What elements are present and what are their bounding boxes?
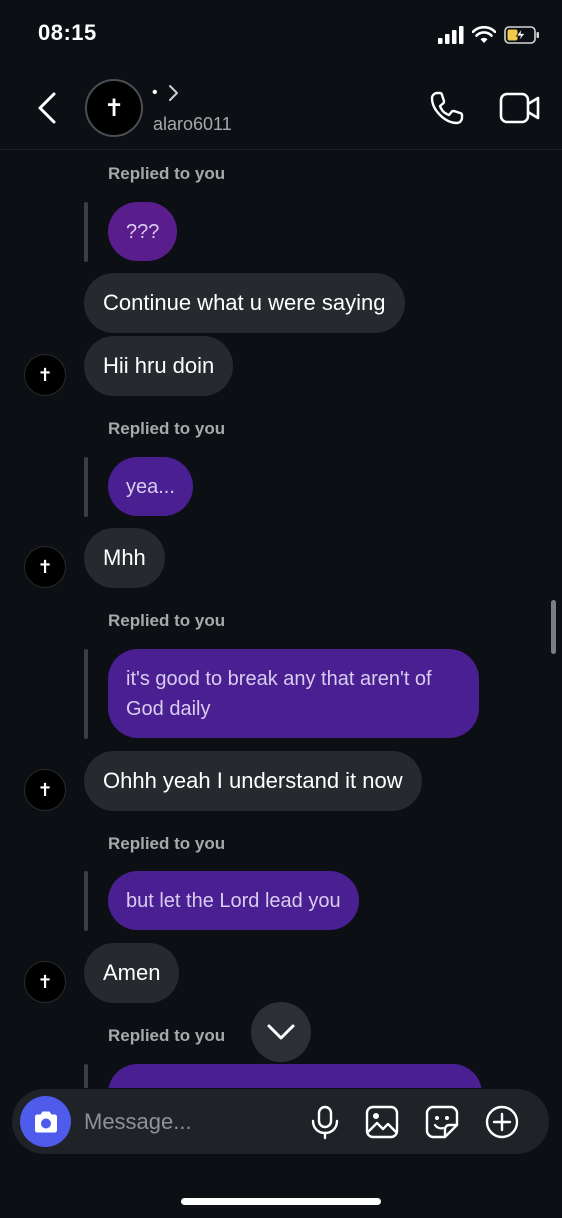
sender-avatar[interactable]: ✝ [24, 961, 66, 1003]
battery-charging-icon [504, 26, 539, 44]
add-icon[interactable] [484, 1104, 520, 1140]
chevron-right-icon [168, 85, 178, 101]
header-avatar[interactable]: ✝ [85, 79, 143, 137]
quoted-message[interactable]: ??? [108, 202, 178, 261]
cross-avatar-glyph: ✝ [91, 85, 137, 131]
received-message[interactable]: Hii hru doin [84, 336, 234, 396]
replied-to-you-label: Replied to you [108, 611, 226, 630]
received-message[interactable]: Continue what u were saying [84, 273, 405, 333]
reply-quote-bar [84, 1064, 88, 1088]
replied-to-you-label: Replied to you [108, 419, 226, 438]
sender-avatar[interactable]: ✝ [24, 354, 66, 396]
status-bar: 08:15 [0, 0, 562, 68]
wifi-icon [472, 26, 496, 43]
replied-to-you-label: Replied to you [108, 834, 226, 853]
camera-icon [34, 1111, 57, 1132]
quoted-message-partial[interactable] [108, 1064, 482, 1088]
message-composer [12, 1089, 549, 1154]
chat-header: ✝ • alaro6011 [0, 68, 562, 150]
signal-icon [438, 26, 464, 44]
chevron-down-icon [267, 1024, 295, 1040]
phone-call-icon[interactable] [428, 89, 466, 127]
contact-name-row[interactable]: • [152, 84, 180, 102]
status-icons [438, 24, 540, 46]
contact-name-dot: • [152, 84, 158, 101]
replied-to-you-label: Replied to you [108, 164, 226, 183]
scroll-to-bottom-button[interactable] [251, 1002, 311, 1062]
received-message[interactable]: Mhh [84, 528, 165, 588]
received-message[interactable]: Ohhh yeah I understand it now [84, 751, 422, 811]
reply-quote-bar [84, 202, 88, 262]
message-input[interactable] [84, 1103, 294, 1141]
status-time: 08:15 [38, 20, 97, 45]
microphone-icon[interactable] [307, 1104, 343, 1140]
message-thread[interactable]: Replied to you ??? Continue what u were … [0, 150, 562, 1088]
quoted-message[interactable]: but let the Lord lead you [108, 871, 359, 930]
reply-quote-bar [84, 649, 88, 739]
sender-avatar[interactable]: ✝ [24, 769, 66, 811]
video-call-icon[interactable] [498, 90, 542, 126]
camera-button[interactable] [20, 1096, 71, 1147]
sender-avatar[interactable]: ✝ [24, 546, 66, 588]
received-message[interactable]: Amen [84, 943, 180, 1003]
back-arrow-icon[interactable] [32, 90, 64, 126]
reply-quote-bar [84, 871, 88, 931]
quoted-message[interactable]: yea... [108, 457, 193, 516]
sticker-icon[interactable] [424, 1104, 460, 1140]
replied-to-you-label: Replied to you [108, 1026, 226, 1045]
reply-quote-bar [84, 457, 88, 517]
gallery-icon[interactable] [364, 1104, 400, 1140]
home-indicator[interactable] [181, 1198, 381, 1205]
contact-username[interactable]: alaro6011 [153, 114, 232, 135]
scrollbar-thumb[interactable] [551, 600, 556, 654]
quoted-message[interactable]: it's good to break any that aren't of Go… [108, 649, 479, 738]
